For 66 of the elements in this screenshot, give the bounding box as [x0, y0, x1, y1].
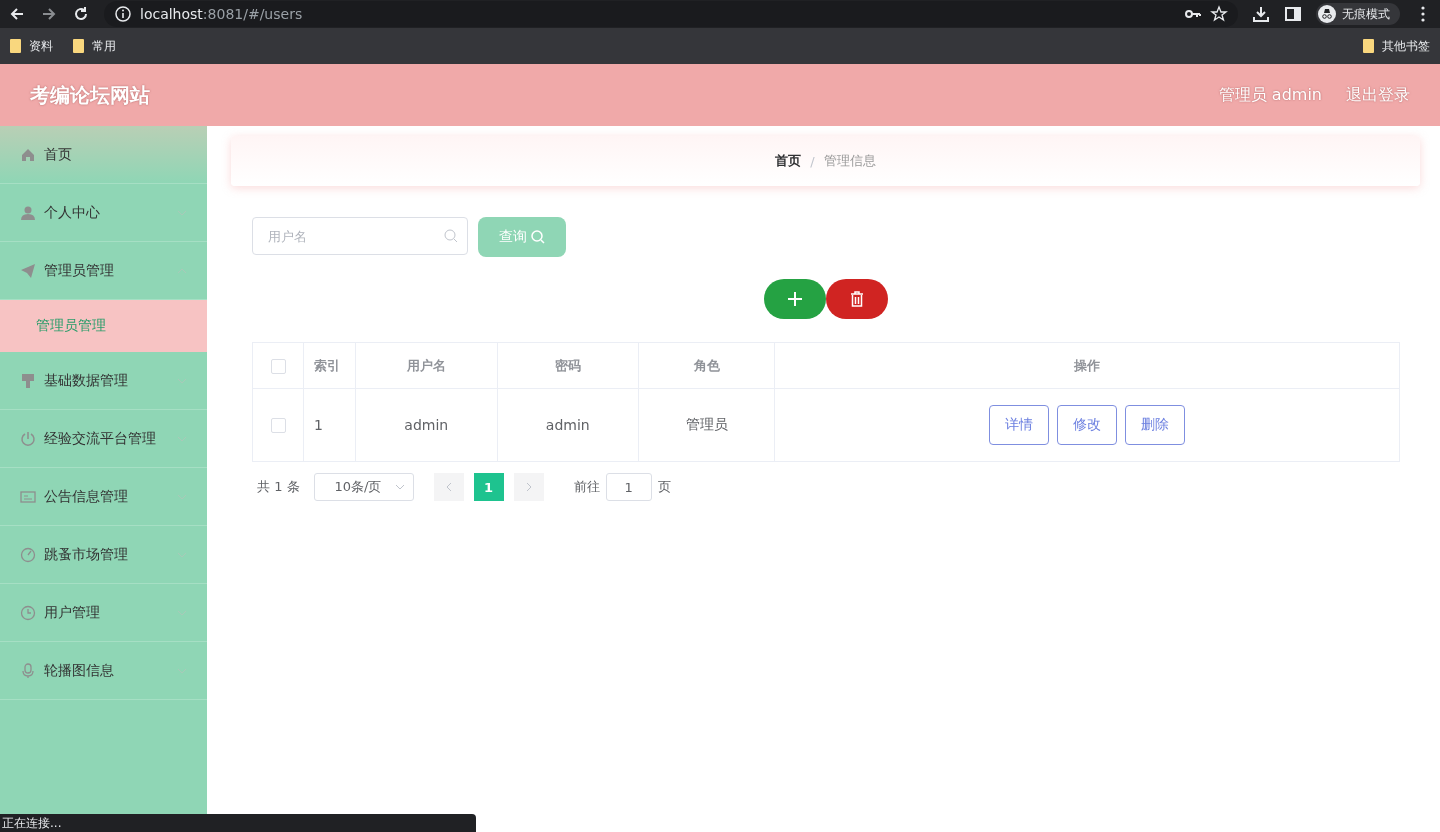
- plus-icon: [786, 291, 803, 307]
- column-header: 操作: [774, 342, 1400, 389]
- goto-label: 前往: [573, 478, 600, 496]
- user-label: 管理员 admin: [1218, 84, 1322, 106]
- page-suffix: 页: [657, 478, 671, 496]
- folder-icon: [10, 39, 21, 53]
- menu-item[interactable]: 用户管理: [0, 584, 207, 642]
- column-header: 索引: [303, 342, 356, 389]
- menu-item[interactable]: 公告信息管理: [0, 468, 207, 526]
- bookmark[interactable]: 常用: [92, 37, 116, 55]
- breadcrumb-item: 管理信息: [823, 152, 876, 170]
- trash-icon: [849, 291, 864, 307]
- chevron-down-icon: [177, 377, 187, 384]
- action-button[interactable]: 删除: [1124, 405, 1185, 445]
- search-icon: [531, 230, 545, 244]
- chevron-down-icon: [177, 609, 187, 616]
- table-cell: admin: [497, 388, 639, 462]
- chevron-left-icon: [445, 482, 452, 492]
- site-title: 考编论坛网站: [30, 81, 151, 109]
- star-icon[interactable]: [1210, 5, 1228, 23]
- chevron-down-icon: [177, 209, 187, 216]
- page-size-select[interactable]: 10条/页: [313, 473, 414, 501]
- menu-item[interactable]: 个人中心: [0, 184, 207, 242]
- chevron-down-icon: [177, 551, 187, 558]
- action-button[interactable]: 详情: [988, 405, 1049, 445]
- add-button[interactable]: [763, 279, 826, 319]
- url-text: localhost:8081/#/users: [140, 6, 303, 22]
- column-header: 密码: [497, 342, 639, 389]
- chevron-down-icon: [177, 435, 187, 442]
- address-bar[interactable]: localhost:8081/#/users: [104, 1, 1238, 27]
- total-count: 共 1 条: [257, 478, 300, 496]
- chevron-down-icon: [177, 493, 187, 500]
- breadcrumb-separator: /: [810, 153, 815, 169]
- checkbox[interactable]: [270, 358, 286, 374]
- table-cell: 1: [303, 388, 356, 462]
- chevron-up-icon: [177, 267, 187, 274]
- column-header: 用户名: [355, 342, 498, 389]
- search-field[interactable]: 用户名: [252, 217, 468, 255]
- menu-item[interactable]: 经验交流平台管理: [0, 410, 207, 468]
- status-bar: 正在连接...: [0, 814, 476, 832]
- chevron-down-icon: [394, 484, 405, 490]
- table-cell: admin: [355, 388, 498, 462]
- search-icon: [444, 229, 458, 243]
- bookmark[interactable]: 其他书签: [1382, 37, 1430, 55]
- menu-item[interactable]: 跳蚤市场管理: [0, 526, 207, 584]
- menu-item[interactable]: 轮播图信息: [0, 642, 207, 700]
- delete-button[interactable]: [825, 279, 888, 319]
- action-button[interactable]: 修改: [1056, 405, 1117, 445]
- column-header: 角色: [638, 342, 775, 389]
- side-panel-icon[interactable]: [1284, 5, 1302, 23]
- checkbox[interactable]: [270, 418, 286, 434]
- chevron-right-icon: [525, 482, 532, 492]
- folder-icon: [73, 39, 84, 53]
- info-icon[interactable]: [114, 5, 132, 23]
- bookmark[interactable]: 资料: [29, 37, 53, 55]
- chevron-down-icon: [177, 667, 187, 674]
- page-input[interactable]: 1: [605, 473, 652, 501]
- reload-icon[interactable]: [72, 5, 90, 23]
- incognito-icon: [1318, 5, 1336, 23]
- menu-item[interactable]: 首页: [0, 126, 207, 184]
- folder-icon: [1363, 39, 1374, 53]
- download-icon[interactable]: [1252, 5, 1270, 23]
- menu-item[interactable]: 基础数据管理: [0, 352, 207, 410]
- incognito-badge[interactable]: 无痕模式: [1316, 3, 1400, 25]
- breadcrumb-item[interactable]: 首页: [775, 152, 802, 170]
- table-cell: 管理员: [638, 388, 775, 462]
